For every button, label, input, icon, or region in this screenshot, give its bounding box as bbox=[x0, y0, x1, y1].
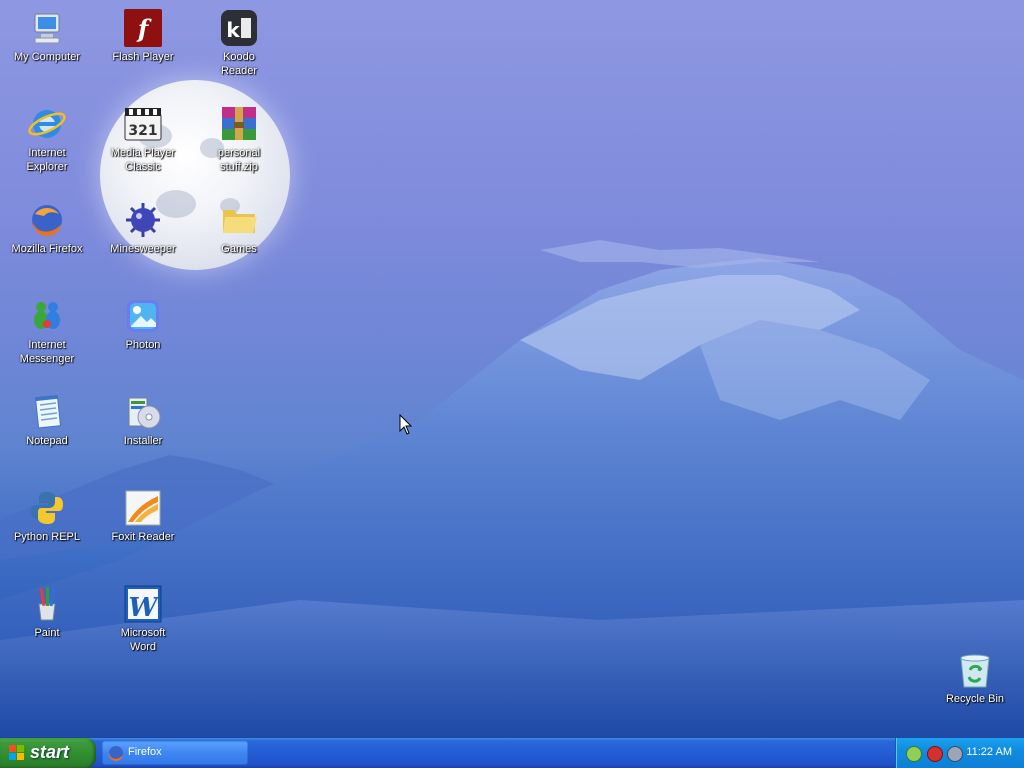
start-button[interactable]: start bbox=[0, 738, 96, 768]
flash-icon: f bbox=[123, 8, 163, 48]
desktop-icon-mozilla-firefox[interactable]: Mozilla Firefox bbox=[1, 200, 93, 256]
firefox-icon bbox=[27, 200, 67, 240]
desktop-icon-media-player-classic[interactable]: 321 Media Player Classic bbox=[97, 104, 189, 174]
desktop-icon-photon[interactable]: Photon bbox=[97, 296, 189, 352]
desktop-icon-foxit-reader[interactable]: Foxit Reader bbox=[97, 488, 189, 544]
desktop-icon-label: Mozilla Firefox bbox=[11, 243, 83, 255]
desktop-icon-label: Microsoft Word bbox=[120, 627, 166, 653]
security-shield-icon[interactable] bbox=[927, 746, 943, 762]
desktop-icon-python-repl[interactable]: Python REPL bbox=[1, 488, 93, 544]
desktop-icon-internet-explorer[interactable]: Internet Explorer bbox=[1, 104, 93, 174]
desktop-icon-label: Koodo Reader bbox=[220, 51, 258, 77]
word-icon: W bbox=[123, 584, 163, 624]
desktop-icon-recycle-bin[interactable]: Recycle Bin bbox=[929, 650, 1021, 706]
taskbar: start Firefox 11:22 AM bbox=[0, 738, 1024, 768]
desktop-icon-label: Recycle Bin bbox=[945, 693, 1005, 705]
mouse-cursor-icon bbox=[399, 414, 413, 435]
folder-icon bbox=[219, 200, 259, 240]
desktop-icon-label: Notepad bbox=[26, 435, 68, 447]
desktop-icon-games[interactable]: Games bbox=[193, 200, 285, 256]
desktop-icon-flash-player[interactable]: f Flash Player bbox=[97, 8, 189, 64]
foxit-icon bbox=[123, 488, 163, 528]
installer-icon bbox=[123, 392, 163, 432]
mpc-icon: 321 bbox=[123, 104, 163, 144]
python-icon bbox=[27, 488, 67, 528]
recycle-bin-icon bbox=[955, 650, 995, 690]
desktop-icon-label: Foxit Reader bbox=[111, 531, 175, 543]
system-tray: 11:22 AM bbox=[895, 738, 1024, 768]
mine-icon bbox=[123, 200, 163, 240]
desktop-icon-label: Photon bbox=[125, 339, 161, 351]
desktop-icon-label: Internet Explorer bbox=[26, 147, 68, 173]
desktop-icon-label: Paint bbox=[34, 627, 60, 639]
desktop-icon-microsoft-word[interactable]: W Microsoft Word bbox=[97, 584, 189, 654]
windows-logo-icon bbox=[9, 745, 24, 760]
desktop-icon-internet-messenger[interactable]: Internet Messenger bbox=[1, 296, 93, 366]
taskbar-button-label: Firefox bbox=[128, 746, 162, 758]
svg-text:321: 321 bbox=[128, 123, 157, 139]
desktop-icon-notepad[interactable]: Notepad bbox=[1, 392, 93, 448]
desktop-icon-personal-stuff[interactable]: personal stuff.zip bbox=[193, 104, 285, 174]
start-label: start bbox=[30, 742, 70, 762]
notepad-icon bbox=[27, 392, 67, 432]
desktop-icon-label: Games bbox=[221, 243, 257, 255]
desktop-icon-paint[interactable]: Paint bbox=[1, 584, 93, 640]
svg-text:W: W bbox=[128, 593, 160, 623]
desktop-icon-koodo-reader[interactable]: k Koodo Reader bbox=[193, 8, 285, 78]
desktop-icon-installer[interactable]: Installer bbox=[97, 392, 189, 448]
koodo-icon: k bbox=[219, 8, 259, 48]
messenger-icon bbox=[27, 296, 67, 336]
photon-icon bbox=[123, 296, 163, 336]
network-icon[interactable] bbox=[906, 746, 922, 762]
paint-icon bbox=[27, 584, 67, 624]
desktop-icon-minesweeper[interactable]: Minesweeper bbox=[97, 200, 189, 256]
archive-icon bbox=[219, 104, 259, 144]
volume-icon[interactable] bbox=[947, 746, 963, 762]
taskbar-button-firefox[interactable]: Firefox bbox=[102, 741, 248, 765]
computer-icon bbox=[27, 8, 67, 48]
firefox-icon bbox=[108, 746, 123, 761]
desktop-icon-label: Installer bbox=[123, 435, 163, 447]
desktop-icon-label: personal stuff.zip bbox=[217, 147, 261, 173]
desktop-icon-label: Python REPL bbox=[13, 531, 81, 543]
desktop-icon-label: Internet Messenger bbox=[19, 339, 75, 365]
desktop-icon-my-computer[interactable]: My Computer bbox=[1, 8, 93, 64]
desktop-icon-label: Media Player Classic bbox=[110, 147, 176, 173]
desktop-icon-label: Minesweeper bbox=[110, 243, 176, 255]
svg-text:k: k bbox=[226, 18, 240, 42]
desktop-icon-label: My Computer bbox=[13, 51, 81, 63]
desktop-icon-label: Flash Player bbox=[112, 51, 174, 63]
clock[interactable]: 11:22 AM bbox=[966, 746, 1012, 758]
ie-icon bbox=[27, 104, 67, 144]
